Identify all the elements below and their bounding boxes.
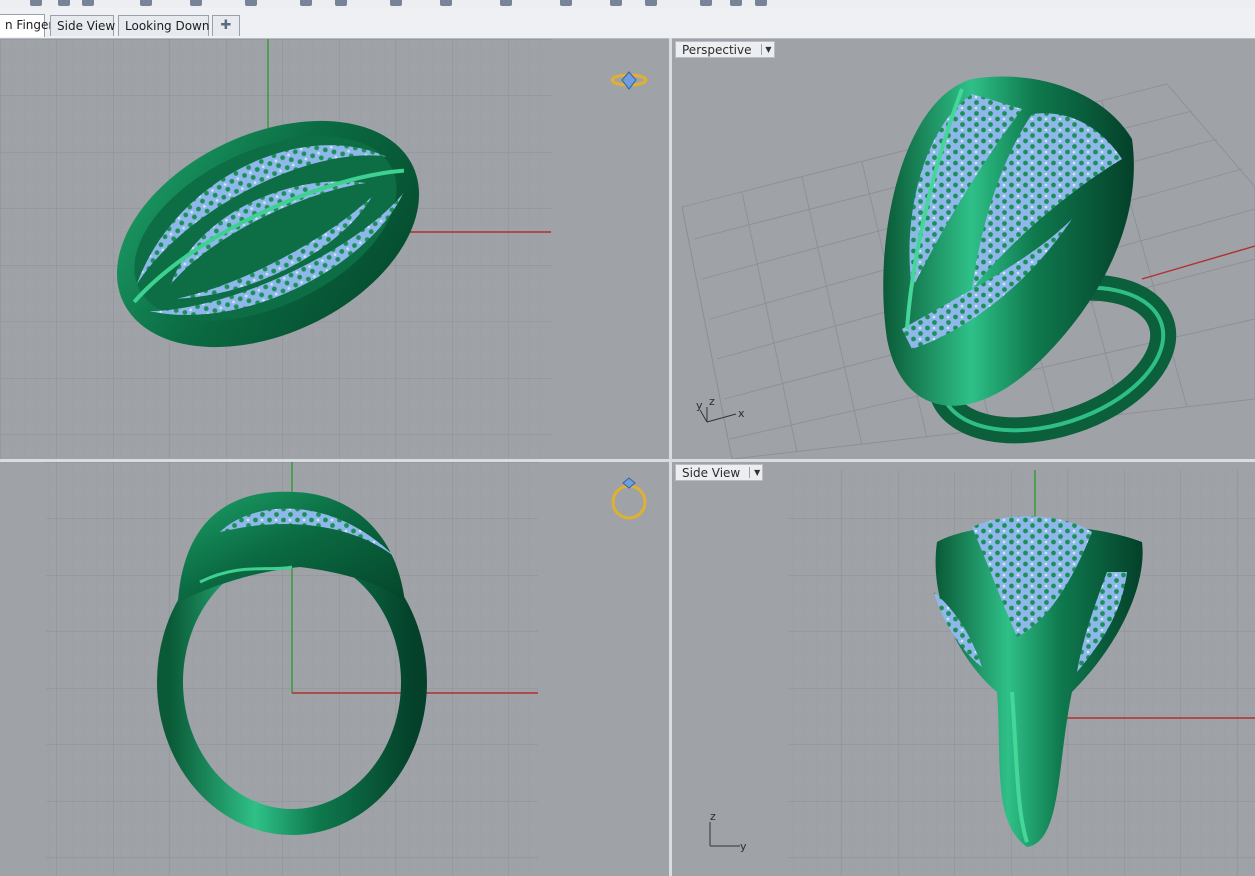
viewport-canvas[interactable] xyxy=(0,39,669,459)
add-tab-button[interactable]: ✚ xyxy=(212,15,240,36)
toolbar-icon[interactable] xyxy=(700,0,712,6)
toolbar-icon[interactable] xyxy=(560,0,572,6)
axis-x-label: x xyxy=(738,407,745,420)
tab-finger[interactable]: n Finger xyxy=(0,14,53,37)
toolbar-icon[interactable] xyxy=(610,0,622,6)
viewport-splitter-horizontal[interactable] xyxy=(0,459,1255,462)
toolbar-icon[interactable] xyxy=(190,0,202,6)
viewport-label-side-view[interactable]: Side View ▼ xyxy=(675,464,764,481)
viewport-title: Side View xyxy=(682,466,741,480)
toolbar-icon[interactable] xyxy=(335,0,347,6)
toolbar-icon[interactable] xyxy=(730,0,742,6)
toolbar-icon[interactable] xyxy=(755,0,767,6)
viewport-canvas[interactable] xyxy=(0,462,669,876)
toolbar-icon[interactable] xyxy=(440,0,452,6)
axis-z-label: z xyxy=(709,395,715,408)
viewport-canvas[interactable]: z y xyxy=(672,462,1255,876)
viewport-tab-bar: n Finger Side View Looking Down ✚ xyxy=(0,8,1255,39)
axis-triad: z y xyxy=(709,810,747,853)
axis-z-label: z xyxy=(710,810,716,823)
toolbar-icon[interactable] xyxy=(30,0,42,6)
viewport-perspective[interactable]: z y x Perspective ▼ xyxy=(672,39,1255,459)
toolbar-icon[interactable] xyxy=(645,0,657,6)
plus-icon: ✚ xyxy=(220,18,232,33)
toolbar-icon[interactable] xyxy=(245,0,257,6)
ring-model-perspective xyxy=(883,76,1177,444)
viewport-bottom-left[interactable] xyxy=(0,462,669,876)
viewport-canvas[interactable]: z y x xyxy=(672,39,1255,459)
toolbar-icon[interactable] xyxy=(500,0,512,6)
gumball-icon xyxy=(610,71,648,90)
toolbar-icon[interactable] xyxy=(390,0,402,6)
viewport-title: Perspective xyxy=(682,43,752,57)
toolbar-icon[interactable] xyxy=(82,0,94,6)
chevron-down-icon[interactable]: ▼ xyxy=(760,44,772,55)
tab-side-view[interactable]: Side View xyxy=(50,15,115,36)
viewport-side-view[interactable]: z y Side View ▼ xyxy=(672,462,1255,876)
axis-y-label: y xyxy=(696,399,703,412)
chevron-down-icon[interactable]: ▼ xyxy=(749,467,760,478)
viewport-splitter-vertical[interactable] xyxy=(669,38,672,876)
gumball-icon xyxy=(611,477,647,520)
viewport-label-perspective[interactable]: Perspective ▼ xyxy=(675,41,775,58)
toolbar-icon[interactable] xyxy=(140,0,152,6)
axis-y-label: y xyxy=(740,840,747,853)
tab-looking-down[interactable]: Looking Down xyxy=(118,15,209,36)
viewport-top-left[interactable] xyxy=(0,39,669,459)
toolbar-icon[interactable] xyxy=(58,0,70,6)
toolbar-icon[interactable] xyxy=(300,0,312,6)
